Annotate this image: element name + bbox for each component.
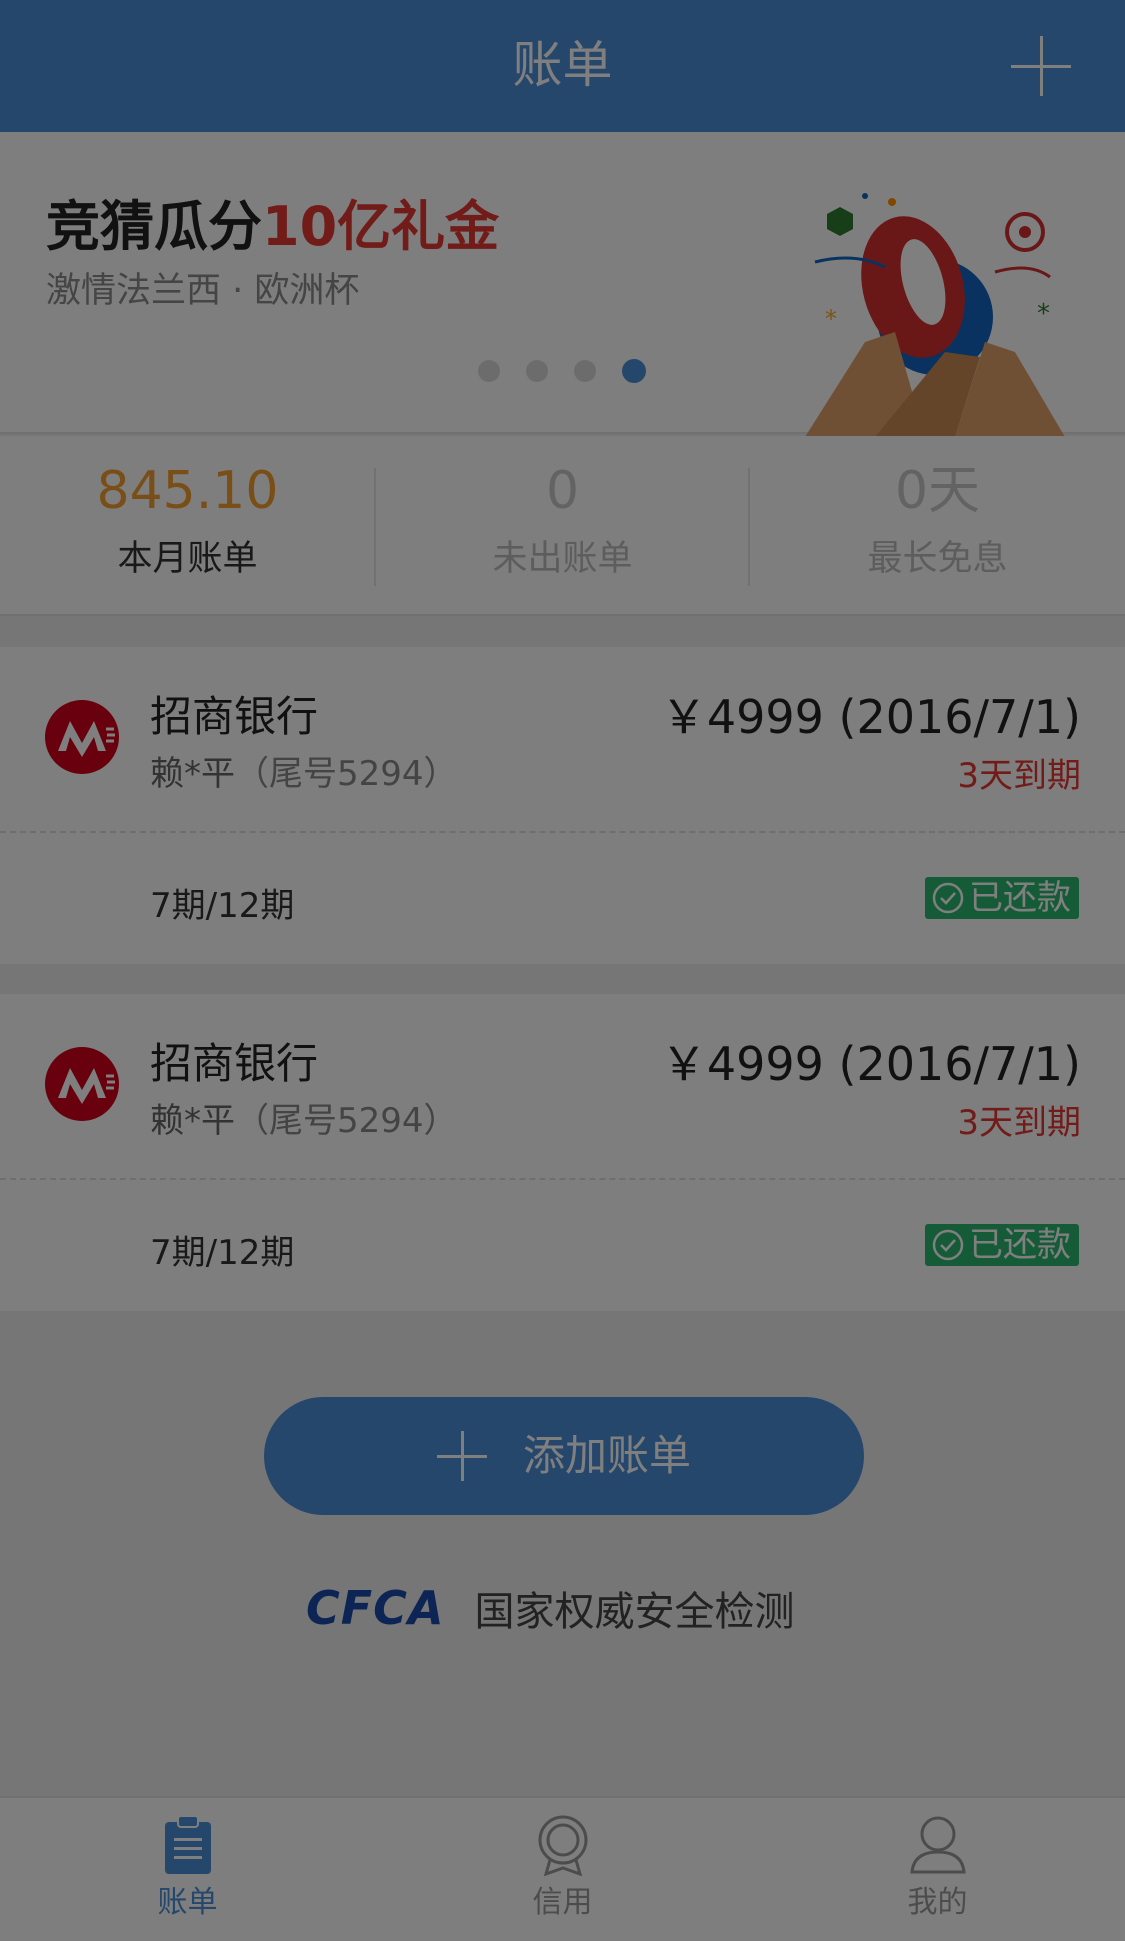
tab-label: 账单 (157, 1885, 218, 1920)
stat-unbilled[interactable]: 0 未出账单 (375, 436, 750, 616)
stat-label: 未出账单 (492, 539, 633, 579)
card-holder: 赖*平（尾号5294） (150, 751, 458, 797)
due-status: 3天到期 (957, 756, 1081, 796)
plus-icon[interactable] (1011, 36, 1071, 96)
stat-label: 最长免息 (867, 539, 1008, 579)
dashed-divider (0, 1178, 1125, 1180)
clipboard-icon (165, 1815, 211, 1874)
installment-period: 7期/12期 (150, 1233, 295, 1273)
stat-value: 0 (545, 461, 580, 521)
plus-icon (436, 1431, 487, 1481)
card-tail: （尾号5294） (235, 1101, 458, 1141)
add-bill-button[interactable]: 添加账单 (264, 1397, 864, 1515)
bill-amount: ￥4999 (2016/7/1) (660, 1037, 1081, 1091)
tab-mine[interactable]: 我的 (750, 1798, 1125, 1941)
add-bill-label: 添加账单 (522, 1431, 691, 1480)
stat-value: 845.10 (96, 461, 279, 521)
carousel-dots (478, 359, 646, 383)
banner-headline-accent: 10亿礼金 (262, 195, 500, 258)
stat-this-month[interactable]: 845.10 本月账单 (0, 436, 375, 616)
dashed-divider (0, 831, 1125, 833)
check-circle-icon (932, 882, 964, 914)
due-status: 3天到期 (957, 1103, 1081, 1143)
banner-subtitle: 激情法兰西 · 欧洲杯 (46, 271, 360, 311)
svg-text:*: * (825, 305, 837, 333)
carousel-dot[interactable] (478, 360, 500, 382)
bottom-tab-bar: 账单 信用 我的 (0, 1796, 1125, 1941)
cfca-logo: CFCA (306, 1581, 445, 1635)
paid-badge: 已还款 (925, 877, 1079, 919)
bill-summary: 845.10 本月账单 0 未出账单 0天 最长免息 (0, 436, 1125, 616)
carousel-dot-active[interactable] (622, 359, 646, 383)
card-holder: 赖*平（尾号5294） (150, 1098, 458, 1144)
bill-card[interactable]: 招商银行 赖*平（尾号5294） ￥4999 (2016/7/1) 3天到期 7… (0, 647, 1125, 964)
cfca-certification: CFCA 国家权威安全检测 (306, 1578, 795, 1638)
carousel-dot[interactable] (574, 360, 596, 382)
page-title: 账单 (512, 36, 613, 94)
carousel-dot[interactable] (526, 360, 548, 382)
bill-card[interactable]: 招商银行 赖*平（尾号5294） ￥4999 (2016/7/1) 3天到期 7… (0, 994, 1125, 1311)
paid-label: 已还款 (969, 1225, 1071, 1265)
tab-credit[interactable]: 信用 (375, 1798, 750, 1941)
paid-label: 已还款 (969, 878, 1071, 918)
bill-amount: ￥4999 (2016/7/1) (660, 690, 1081, 744)
cmb-bank-logo-icon (45, 700, 119, 774)
installment-period: 7期/12期 (150, 886, 295, 926)
bank-name: 招商银行 (150, 1039, 319, 1088)
holder-name: 赖*平 (150, 1101, 235, 1141)
paid-badge: 已还款 (925, 1224, 1079, 1266)
app-root: 账单 竞猜瓜分10亿礼金 激情法兰西 · 欧洲杯 * * 845.10 本月账单… (0, 0, 1125, 1941)
promo-banner[interactable]: 竞猜瓜分10亿礼金 激情法兰西 · 欧洲杯 * * (0, 132, 1125, 437)
tab-label: 信用 (532, 1885, 593, 1920)
bank-name: 招商银行 (150, 692, 319, 741)
soccer-illustration-icon: * * (805, 193, 1065, 437)
stat-interest-free[interactable]: 0天 最长免息 (750, 436, 1125, 616)
holder-name: 赖*平 (150, 754, 235, 794)
cmb-bank-logo-icon (45, 1047, 119, 1121)
stat-value: 0天 (894, 461, 981, 521)
banner-headline: 竞猜瓜分10亿礼金 (46, 192, 499, 262)
cfca-text: 国家权威安全检测 (474, 1589, 795, 1635)
stat-label: 本月账单 (117, 539, 258, 579)
person-icon (910, 1816, 966, 1874)
check-circle-icon (932, 1229, 964, 1261)
svg-text:*: * (1037, 299, 1050, 329)
tab-label: 我的 (907, 1885, 968, 1920)
card-tail: （尾号5294） (235, 754, 458, 794)
badge-icon (538, 1815, 588, 1876)
nav-bar: 账单 (0, 0, 1125, 132)
banner-headline-prefix: 竞猜瓜分 (46, 195, 262, 258)
tab-bills[interactable]: 账单 (0, 1798, 375, 1941)
